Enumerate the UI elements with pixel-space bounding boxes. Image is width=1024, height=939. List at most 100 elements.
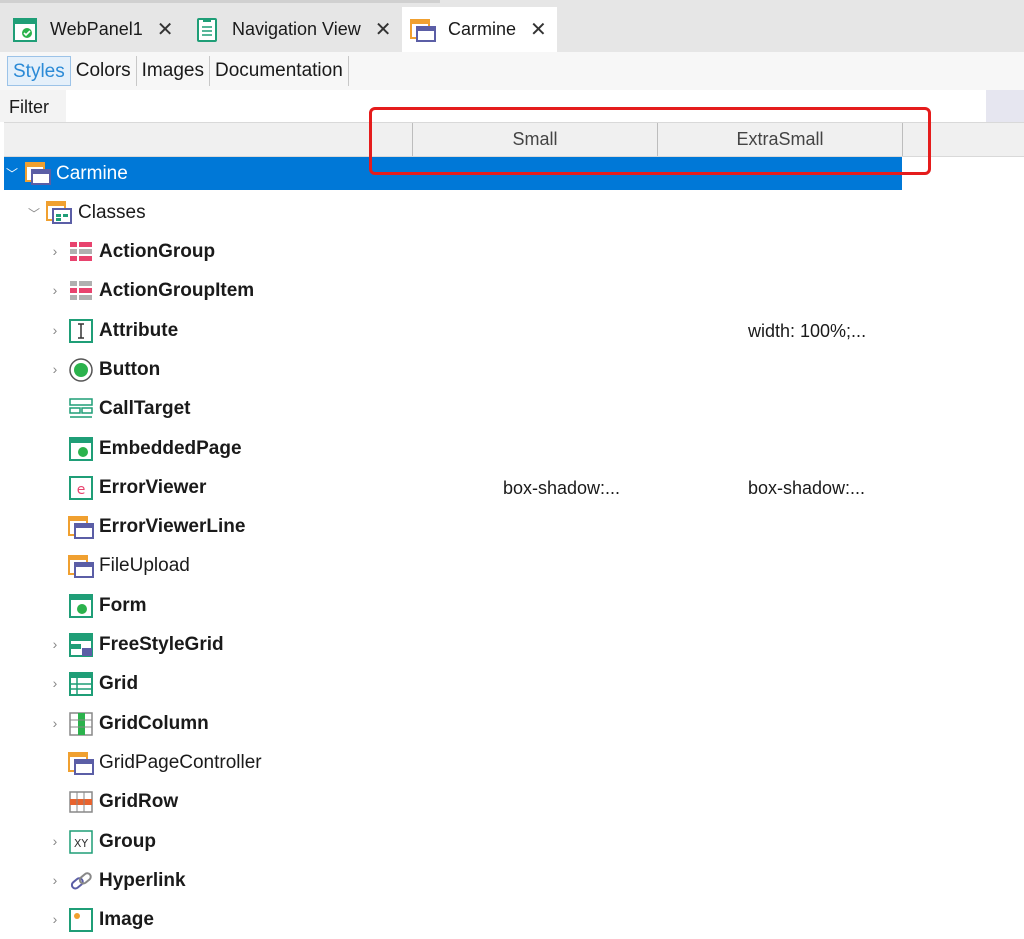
svg-text:XY: XY: [74, 837, 89, 850]
tree-row-class[interactable]: › Button: [4, 351, 902, 389]
tree-label: FileUpload: [99, 555, 190, 576]
tree-label: Hyperlink: [99, 870, 186, 891]
chevron-right-icon[interactable]: ›: [49, 361, 61, 377]
embedded-page-icon: [69, 437, 93, 461]
chevron-right-icon[interactable]: ›: [49, 322, 61, 338]
tree-label: Classes: [78, 202, 146, 223]
tree-row-class[interactable]: Form: [4, 587, 902, 625]
close-icon[interactable]: ✕: [157, 20, 174, 40]
column-header-small[interactable]: Small: [412, 123, 657, 156]
tab-label: Navigation View: [232, 19, 361, 39]
attribute-icon: [69, 319, 93, 343]
cell-extra-small[interactable]: width: 100%;...: [748, 321, 866, 342]
chevron-right-icon[interactable]: ›: [49, 636, 61, 652]
tree-row-class[interactable]: GridRow: [4, 783, 902, 821]
collapse-icon[interactable]: ﹀: [28, 207, 40, 221]
button-icon: [69, 358, 93, 382]
class-icon: [68, 555, 94, 578]
tree-row-class[interactable]: ErrorViewerLine: [4, 508, 902, 546]
tree-label: EmbeddedPage: [99, 438, 242, 459]
class-icon: [68, 752, 94, 775]
column-header-row: Small ExtraSmall: [4, 122, 1024, 157]
action-group-item-icon: [70, 281, 92, 300]
action-group-icon: [70, 242, 92, 261]
tree-row-class[interactable]: FileUpload: [4, 547, 902, 585]
filter-label: Filter: [9, 97, 49, 117]
tree-row-class[interactable]: e ErrorViewer box-shadow:... box-shadow:...: [4, 469, 902, 507]
grid-column-icon: [69, 712, 93, 736]
navigation-view-icon: [197, 17, 217, 42]
filter-bar-end: [986, 90, 1024, 122]
call-target-icon: [69, 398, 93, 418]
tree-label: Carmine: [56, 162, 128, 184]
chevron-right-icon[interactable]: ›: [49, 282, 61, 298]
grid-row-icon: [69, 791, 93, 813]
tree-label: Grid: [99, 673, 139, 694]
tab-bar-top-line: [0, 0, 440, 3]
tree-label: Button: [99, 359, 161, 380]
close-icon[interactable]: ✕: [530, 20, 547, 40]
collapse-icon[interactable]: ﹀: [6, 167, 18, 181]
subtab-images[interactable]: Images: [137, 56, 210, 86]
tree-row-class[interactable]: › ActionGroupItem: [4, 272, 902, 310]
tree-row-class[interactable]: › GridColumn: [4, 705, 902, 743]
tree-row-class[interactable]: › XY Group: [4, 823, 902, 861]
tree-row-class[interactable]: › FreeStyleGrid: [4, 626, 902, 664]
tree-label: Group: [99, 831, 156, 852]
error-viewer-icon: e: [69, 476, 93, 500]
tab-webpanel1[interactable]: WebPanel1 ✕: [6, 7, 181, 52]
chevron-right-icon[interactable]: ›: [49, 715, 61, 731]
classes-folder-icon: [46, 201, 72, 224]
tree-label: ActionGroupItem: [99, 280, 255, 301]
chevron-right-icon[interactable]: ›: [49, 872, 61, 888]
tree-label: Attribute: [99, 320, 179, 341]
tree-row-class[interactable]: › Attribute width: 100%;...: [4, 312, 902, 350]
svg-text:e: e: [77, 482, 86, 498]
group-icon: XY: [69, 830, 93, 854]
hyperlink-icon: [70, 872, 92, 890]
column-header-extra-small[interactable]: ExtraSmall: [657, 123, 903, 156]
cell-extra-small[interactable]: box-shadow:...: [748, 478, 865, 499]
tree-label: Image: [99, 909, 154, 930]
subtab-styles[interactable]: Styles: [7, 56, 71, 86]
tree-label: GridRow: [99, 791, 179, 812]
class-icon: [68, 516, 94, 539]
tree-label: Form: [99, 595, 147, 616]
filter-bar: Filter: [0, 90, 1024, 122]
cell-small[interactable]: box-shadow:...: [503, 478, 620, 499]
tree-row-class[interactable]: EmbeddedPage: [4, 430, 902, 468]
theme-icon: [410, 18, 436, 42]
close-icon[interactable]: ✕: [375, 20, 392, 40]
tree-row-class[interactable]: CallTarget: [4, 390, 902, 428]
tree-label: CallTarget: [99, 398, 191, 419]
tree-label: ErrorViewerLine: [99, 516, 246, 537]
subtab-documentation[interactable]: Documentation: [210, 56, 349, 86]
chevron-right-icon[interactable]: ›: [49, 833, 61, 849]
tree-row-class[interactable]: GridPageController: [4, 744, 902, 782]
tree-row-class[interactable]: › Grid: [4, 665, 902, 703]
tree-row-classes[interactable]: ﹀ Classes: [4, 194, 902, 232]
chevron-right-icon[interactable]: ›: [49, 911, 61, 927]
filter-input[interactable]: [66, 90, 986, 122]
tab-carmine[interactable]: Carmine ✕: [402, 7, 557, 52]
free-style-grid-icon: [69, 633, 93, 657]
tree-row-root[interactable]: ﹀ Carmine: [4, 157, 902, 190]
tree-label: FreeStyleGrid: [99, 634, 224, 655]
grid-icon: [69, 672, 93, 696]
tree-label: GridPageController: [99, 752, 262, 773]
tab-label: WebPanel1: [50, 19, 143, 39]
tree-label: GridColumn: [99, 713, 209, 734]
editor-sub-tabs: Styles Colors Images Documentation: [0, 52, 1024, 90]
tab-label: Carmine: [448, 19, 517, 39]
tab-navigation-view[interactable]: Navigation View ✕: [188, 7, 400, 52]
image-icon: [69, 908, 93, 932]
theme-icon: [25, 162, 51, 185]
webpanel-icon: [13, 17, 37, 42]
tree-row-class[interactable]: › Hyperlink: [4, 862, 902, 900]
tree-row-class[interactable]: › ActionGroup: [4, 233, 902, 271]
chevron-right-icon[interactable]: ›: [49, 243, 61, 259]
chevron-right-icon[interactable]: ›: [49, 675, 61, 691]
subtab-colors[interactable]: Colors: [71, 56, 137, 86]
tree-row-class[interactable]: › Image: [4, 901, 902, 939]
form-icon: [69, 594, 93, 618]
